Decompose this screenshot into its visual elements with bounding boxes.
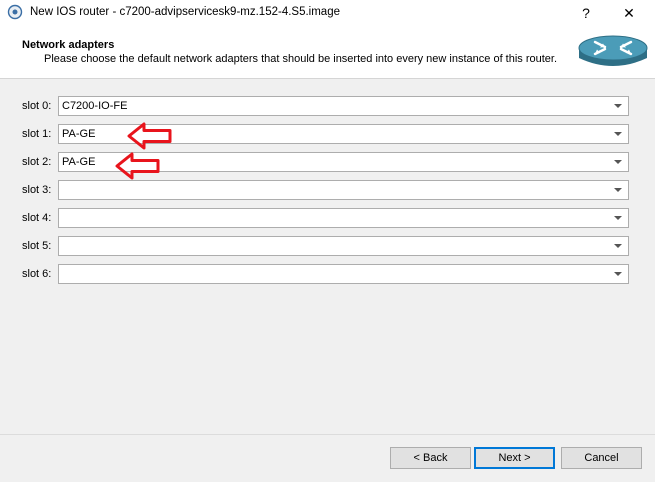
window-title: New IOS router - c7200-advipservicesk9-m… xyxy=(30,6,340,18)
slot-row-3: slot 3: xyxy=(0,180,655,202)
router-icon xyxy=(578,35,648,66)
cancel-button[interactable]: Cancel xyxy=(561,447,642,469)
slot-row-2: slot 2: PA-GE xyxy=(0,152,655,174)
slot-label: slot 4: xyxy=(22,212,52,224)
chevron-down-icon xyxy=(614,132,622,136)
slot-label: slot 5: xyxy=(22,240,52,252)
header-divider xyxy=(0,78,655,79)
slot-label: slot 2: xyxy=(22,156,52,168)
slot-row-0: slot 0: C7200-IO-FE xyxy=(0,96,655,118)
slot-label: slot 3: xyxy=(22,184,52,196)
chevron-down-icon xyxy=(614,104,622,108)
slot-4-select[interactable] xyxy=(58,208,629,228)
back-button[interactable]: < Back xyxy=(390,447,471,469)
slot-label: slot 6: xyxy=(22,268,52,280)
slot-6-select[interactable] xyxy=(58,264,629,284)
footer-divider xyxy=(0,434,655,435)
slot-0-select[interactable]: C7200-IO-FE xyxy=(58,96,629,116)
chevron-down-icon xyxy=(614,188,622,192)
slot-value: PA-GE xyxy=(62,128,96,140)
close-button[interactable]: ✕ xyxy=(609,1,649,25)
slot-5-select[interactable] xyxy=(58,236,629,256)
next-button[interactable]: Next > xyxy=(474,447,555,469)
slot-row-4: slot 4: xyxy=(0,208,655,230)
slot-row-5: slot 5: xyxy=(0,236,655,258)
chevron-down-icon xyxy=(614,244,622,248)
app-icon xyxy=(7,4,23,20)
page-title: Network adapters xyxy=(22,39,115,51)
chevron-down-icon xyxy=(614,272,622,276)
title-bar: New IOS router - c7200-advipservicesk9-m… xyxy=(0,0,655,26)
slot-row-1: slot 1: PA-GE xyxy=(0,124,655,146)
slot-label: slot 0: xyxy=(22,100,52,112)
red-arrow-icon xyxy=(115,152,160,180)
slot-value: PA-GE xyxy=(62,156,96,168)
chevron-down-icon xyxy=(614,216,622,220)
chevron-down-icon xyxy=(614,160,622,164)
slot-3-select[interactable] xyxy=(58,180,629,200)
help-button[interactable]: ? xyxy=(566,1,606,25)
slot-label: slot 1: xyxy=(22,128,52,140)
wizard-header: Network adapters Please choose the defau… xyxy=(0,26,655,78)
red-arrow-icon xyxy=(127,122,172,150)
page-subtitle: Please choose the default network adapte… xyxy=(44,53,558,65)
slot-row-6: slot 6: xyxy=(0,264,655,286)
slot-value: C7200-IO-FE xyxy=(62,100,128,112)
